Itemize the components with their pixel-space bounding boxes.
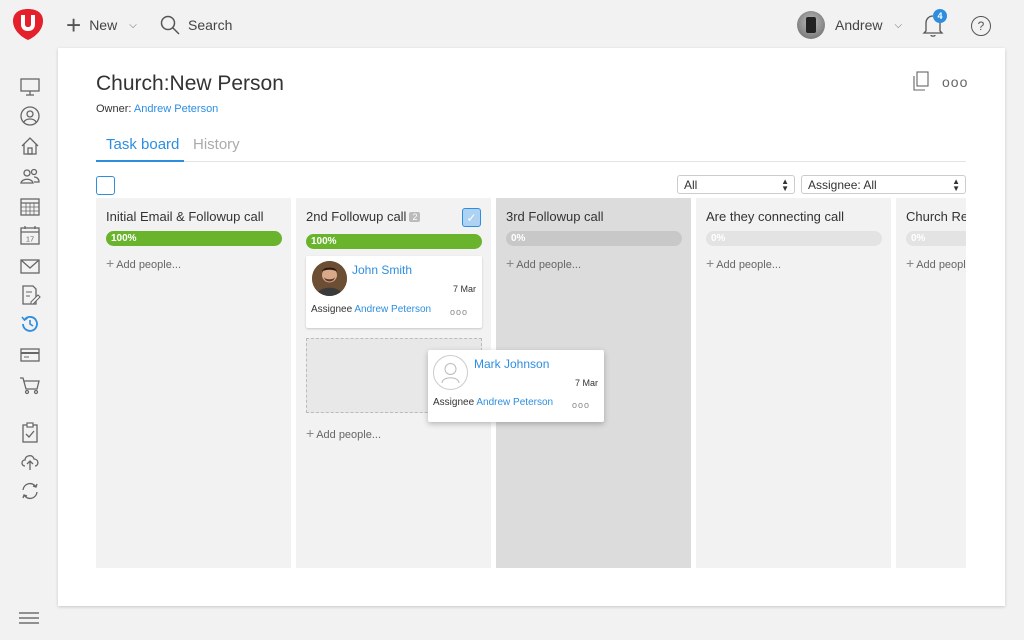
user-placeholder-icon: [441, 363, 460, 384]
board-column: Church Re 0% +Add people...: [896, 198, 966, 568]
monitor-icon[interactable]: [19, 76, 41, 98]
column-title: 3rd Followup call: [506, 209, 604, 224]
column-progress: 0%: [506, 231, 682, 246]
add-people-label: Add people...: [516, 259, 582, 271]
calendar-day-number: 17: [26, 235, 34, 244]
assignee-label: Assignee: [433, 397, 475, 408]
document-icon[interactable]: [913, 71, 929, 91]
assignee-filter-value: Assignee: All: [808, 178, 877, 192]
notification-badge: 4: [933, 9, 947, 23]
select-arrows-icon: ▲ ▼: [781, 177, 789, 193]
chevron-down-icon: ⌵: [894, 19, 903, 31]
user-avatar: [797, 11, 825, 39]
column-title: Initial Email & Followup call: [106, 209, 264, 224]
sidebar: 17: [0, 50, 58, 640]
search-button[interactable]: Search: [160, 0, 232, 50]
select-arrows-icon: ▲ ▼: [952, 177, 960, 193]
status-filter-value: All: [684, 178, 698, 192]
new-label: New: [89, 17, 118, 33]
assignee-link[interactable]: Andrew Peterson: [476, 397, 553, 408]
app-logo[interactable]: [11, 7, 45, 41]
plus-icon: +: [306, 425, 315, 441]
add-people-label: Add people...: [116, 259, 182, 271]
count-badge: 2: [409, 212, 421, 222]
person-assignee: Assignee Andrew Peterson: [433, 397, 553, 408]
select-all-checkbox[interactable]: [96, 176, 115, 195]
calendar-grid-icon[interactable]: [19, 195, 41, 217]
add-people-button[interactable]: +Add people...: [306, 425, 381, 441]
plus-icon: +: [906, 255, 915, 271]
plus-icon: +: [706, 255, 715, 271]
history-icon[interactable]: [19, 313, 41, 335]
person-avatar-placeholder: [433, 355, 468, 390]
person-date: 7 Mar: [574, 378, 598, 388]
clipboard-icon[interactable]: [19, 421, 41, 443]
person-name-link[interactable]: John Smith: [352, 263, 412, 277]
user-circle-icon[interactable]: [19, 105, 41, 127]
add-people-button[interactable]: +Add people...: [706, 255, 781, 271]
add-people-button[interactable]: +Add people...: [506, 255, 581, 271]
assignee-link[interactable]: Andrew Peterson: [354, 304, 431, 315]
form-icon[interactable]: [19, 284, 41, 306]
column-progress: 100%: [306, 234, 482, 249]
upload-cloud-icon[interactable]: [19, 450, 41, 472]
card-more-icon[interactable]: ooo: [572, 400, 590, 410]
people-icon[interactable]: [19, 165, 41, 187]
board-column: Are they connecting call 0% + Add people.…: [696, 198, 891, 568]
owner-label: Owner:: [96, 103, 132, 115]
plus-icon: +: [66, 10, 82, 40]
plus-icon: +: [106, 255, 115, 271]
assignee-label: Assignee: [311, 304, 353, 315]
add-people-label: Add people...: [716, 259, 782, 271]
column-title: 2nd Followup call 2: [306, 209, 421, 224]
tab-bar: Task board History: [96, 136, 966, 162]
search-icon: [160, 15, 180, 35]
home-icon[interactable]: [19, 135, 41, 157]
person-name-link[interactable]: Mark Johnson: [474, 357, 549, 371]
column-progress: 0%: [706, 231, 882, 246]
column-title: Church Re: [906, 209, 966, 224]
chevron-down-icon: ⌵: [129, 19, 137, 31]
assignee-filter-select[interactable]: Assignee: All ▲ ▼: [801, 175, 966, 194]
column-progress: 0%: [906, 231, 966, 246]
main-card: Church:New Person Owner: Andrew Peterson…: [58, 48, 1005, 606]
add-people-button[interactable]: +Add people...: [106, 255, 181, 271]
search-label: Search: [188, 17, 233, 33]
user-menu[interactable]: Andrew ⌵: [797, 0, 902, 50]
top-bar: + New ⌵ Search Andrew ⌵ 4 ?: [0, 0, 1024, 50]
add-people-label: Add people...: [316, 429, 382, 441]
tab-task-board[interactable]: Task board: [96, 136, 184, 162]
user-name: Andrew: [835, 17, 883, 33]
column-title: Are they connecting call: [706, 209, 845, 224]
more-options-icon[interactable]: ooo: [942, 74, 968, 90]
new-menu[interactable]: + New ⌵: [66, 0, 137, 50]
check-icon: ✓: [466, 210, 477, 225]
status-filter-select[interactable]: All ▲ ▼: [677, 175, 795, 194]
calendar-day-icon[interactable]: 17: [19, 224, 41, 246]
board-column: Initial Email & Followup call 100% + Add …: [96, 198, 291, 568]
person-date: 7 Mar: [452, 284, 476, 294]
column-checkbox[interactable]: ✓: [462, 208, 481, 227]
owner-link[interactable]: Andrew Peterson: [134, 103, 218, 115]
credit-card-icon[interactable]: [19, 344, 41, 366]
page-title: Church:New Person: [96, 72, 284, 95]
column-title-text: 2nd Followup call: [306, 209, 407, 224]
add-people-label: Add people...: [916, 259, 966, 271]
person-assignee: Assignee Andrew Peterson: [311, 304, 431, 315]
add-people-button[interactable]: +Add people...: [906, 255, 966, 271]
plus-icon: +: [506, 255, 515, 271]
help-icon[interactable]: ?: [971, 16, 991, 36]
cart-icon[interactable]: [19, 374, 41, 396]
person-avatar: [312, 261, 347, 296]
menu-icon[interactable]: [19, 612, 39, 624]
column-progress: 100%: [106, 231, 282, 246]
tab-history[interactable]: History: [193, 136, 240, 162]
person-card[interactable]: John Smith 7 Mar Assignee Andrew Peterso…: [306, 256, 482, 328]
task-board: Initial Email & Followup call 100% + Add …: [96, 198, 966, 568]
mail-icon[interactable]: [19, 255, 41, 277]
sync-icon[interactable]: [19, 480, 41, 502]
owner-line: Owner: Andrew Peterson: [96, 103, 218, 115]
dragged-person-card[interactable]: Mark Johnson 7 Mar Assignee Andrew Peter…: [428, 350, 604, 422]
card-more-icon[interactable]: ooo: [450, 307, 468, 317]
